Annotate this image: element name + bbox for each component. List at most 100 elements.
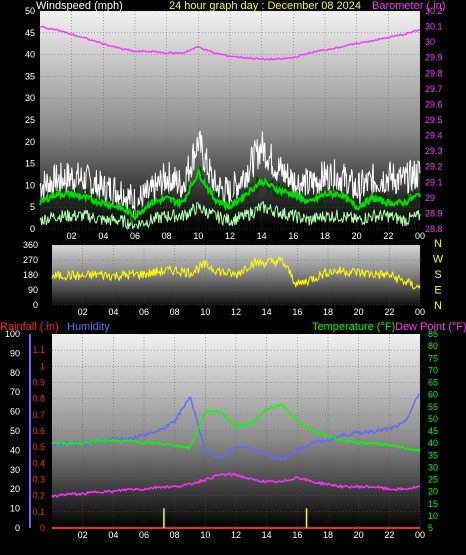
- y-tick-label: 25: [25, 115, 35, 125]
- temp-tick-label: 5: [428, 523, 433, 533]
- x-tick-label: 06: [130, 231, 140, 241]
- y2-tick-label: 29.3: [425, 146, 443, 156]
- x-tick-label: 10: [200, 530, 210, 540]
- x-tick-label: 04: [98, 231, 108, 241]
- x-tick-label: 12: [225, 231, 235, 241]
- y-tick-label: 40: [25, 50, 35, 60]
- x-tick-label: 04: [108, 307, 118, 317]
- y-tick-label: 10: [25, 180, 35, 190]
- y2-tick-label: 29.7: [425, 84, 443, 94]
- x-tick-label: 22: [384, 530, 394, 540]
- rain-tick-label: 1: [40, 361, 45, 371]
- y-tick-label: 35: [25, 71, 35, 81]
- temp-tick-label: 30: [428, 462, 438, 472]
- rain-tick-label: 0: [40, 523, 45, 533]
- x-tick-label: 12: [231, 307, 241, 317]
- y-tick-label: 15: [25, 159, 35, 169]
- x-tick-label: 04: [108, 530, 118, 540]
- temp-tick-label: 45: [428, 426, 438, 436]
- y2-tick-label: 29.1: [425, 177, 443, 187]
- x-tick-label: 22: [383, 231, 393, 241]
- temp-tick-label: 50: [428, 414, 438, 424]
- y2-tick-label: 29.9: [425, 53, 443, 63]
- rain-tick-label: 0.6: [32, 426, 45, 436]
- temp-tick-label: 70: [428, 365, 438, 375]
- humidity-tick-label: 80: [10, 368, 20, 378]
- y-tick-label: 20: [25, 137, 35, 147]
- y2-tick-label: 29.6: [425, 99, 443, 109]
- x-tick-label: 20: [352, 231, 362, 241]
- compass-label: N: [434, 238, 442, 250]
- x-tick-label: 18: [320, 231, 330, 241]
- rain-tick-label: 1.1: [32, 345, 45, 355]
- rain-tick-label: 0.1: [32, 507, 45, 517]
- y2-tick-label: 29.5: [425, 115, 443, 125]
- x-tick-label: 00: [415, 307, 425, 317]
- y-tick-label: 360: [23, 240, 38, 250]
- windspeed-title: Windspeed (mph): [36, 0, 123, 12]
- compass-label: E: [434, 285, 441, 297]
- x-tick-label: 10: [200, 307, 210, 317]
- compass-label: S: [434, 269, 441, 281]
- x-tick-label: 20: [354, 307, 364, 317]
- x-tick-label: 14: [262, 530, 272, 540]
- humidity-tick-label: 10: [10, 504, 20, 514]
- y2-tick-label: 29.2: [425, 162, 443, 172]
- compass-label: W: [433, 254, 444, 266]
- humidity-tick-label: 70: [10, 387, 20, 397]
- temp-tick-label: 80: [428, 341, 438, 351]
- x-tick-label: 06: [139, 530, 149, 540]
- humidity-tick-label: 90: [10, 348, 20, 358]
- dewpoint-title: Dew Point (°F): [395, 321, 466, 333]
- x-tick-label: 06: [139, 307, 149, 317]
- humidity-tick-label: 60: [10, 407, 20, 417]
- temp-tick-label: 20: [428, 487, 438, 497]
- y2-tick-label: 29.4: [425, 131, 443, 141]
- temp-tick-label: 75: [428, 353, 438, 363]
- rainfall-title: Rainfall (.in): [0, 321, 59, 333]
- y2-tick-label: 29.8: [425, 68, 443, 78]
- humidity-tick-label: 30: [10, 465, 20, 475]
- weather-graph: Windspeed (mph) 24 hour graph day : Dece…: [0, 0, 466, 540]
- x-tick-label: 16: [292, 307, 302, 317]
- temp-tick-label: 60: [428, 390, 438, 400]
- y2-tick-label: 30.2: [425, 6, 443, 16]
- x-tick-label: 12: [231, 530, 241, 540]
- temperature-title: Temperature (°F): [312, 321, 395, 333]
- rain-tick-label: 0.9: [32, 378, 45, 388]
- x-tick-label: 18: [323, 307, 333, 317]
- x-tick-label: 08: [170, 530, 180, 540]
- x-tick-label: 02: [78, 530, 88, 540]
- y-tick-label: 30: [25, 93, 35, 103]
- x-tick-label: 20: [354, 530, 364, 540]
- temp-tick-label: 40: [428, 438, 438, 448]
- y-tick-label: 5: [30, 202, 35, 212]
- humidity-tick-label: 0: [15, 523, 20, 533]
- rain-tick-label: 0.2: [32, 491, 45, 501]
- humidity-tick-label: 40: [10, 445, 20, 455]
- y-tick-label: 45: [25, 28, 35, 38]
- y2-tick-label: 30: [425, 37, 435, 47]
- y2-tick-label: 28.8: [425, 224, 443, 234]
- y-tick-label: 180: [23, 270, 38, 280]
- x-tick-label: 08: [162, 231, 172, 241]
- y2-tick-label: 30.1: [425, 22, 443, 32]
- temp-tick-label: 65: [428, 378, 438, 388]
- y-tick-label: 50: [25, 6, 35, 16]
- temp-tick-label: 55: [428, 402, 438, 412]
- x-tick-label: 02: [67, 231, 77, 241]
- graph-title: 24 hour graph day : December 08 2024: [169, 0, 361, 12]
- x-tick-label: 14: [262, 307, 272, 317]
- x-tick-label: 16: [288, 231, 298, 241]
- y-tick-label: 0: [30, 224, 35, 234]
- humidity-title: Humidity: [67, 321, 110, 333]
- y-tick-label: 270: [23, 255, 38, 265]
- compass-label: N: [434, 300, 442, 312]
- temp-tick-label: 10: [428, 511, 438, 521]
- x-tick-label: 00: [415, 530, 425, 540]
- y2-tick-label: 28.9: [425, 208, 443, 218]
- x-tick-label: 22: [384, 307, 394, 317]
- rain-tick-label: 0.7: [32, 410, 45, 420]
- rain-tick-label: 0.3: [32, 475, 45, 485]
- x-tick-label: 14: [257, 231, 267, 241]
